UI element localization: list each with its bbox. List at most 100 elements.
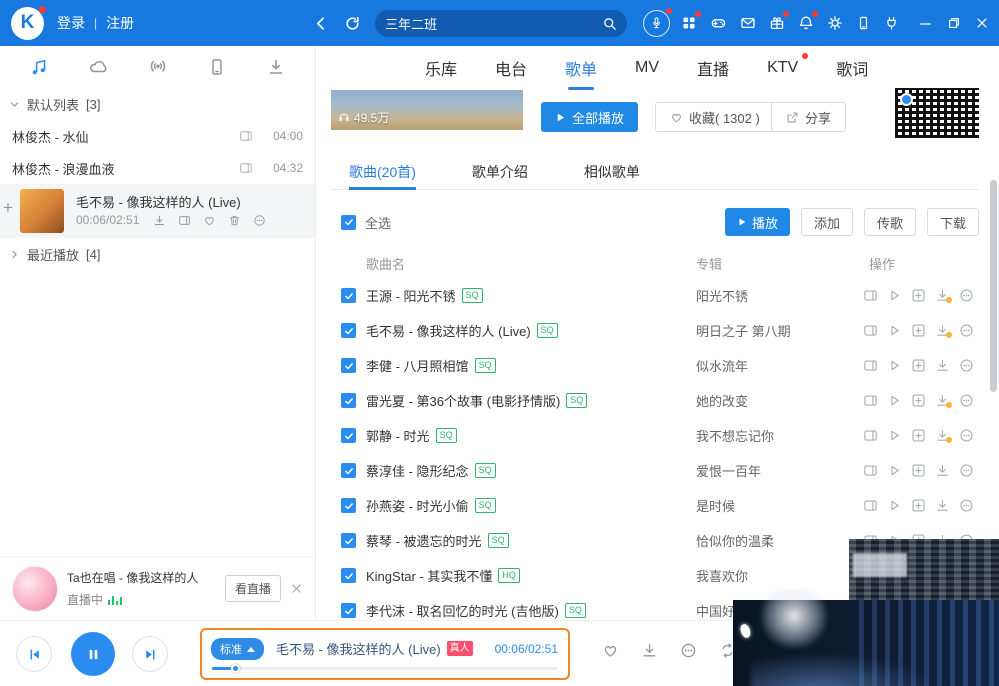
- table-row[interactable]: 孙燕姿 - 时光小偷 SQ 是时候: [331, 488, 979, 523]
- row-checkbox[interactable]: [341, 498, 356, 513]
- tab-download[interactable]: [266, 57, 286, 77]
- album-name[interactable]: 明日之子 第八期: [696, 313, 791, 348]
- mv-icon[interactable]: [863, 288, 878, 303]
- close-icon[interactable]: [975, 16, 989, 30]
- tab-intro[interactable]: 歌单介绍: [472, 155, 528, 189]
- app-logo[interactable]: K: [11, 7, 44, 40]
- download-icon[interactable]: [935, 393, 950, 408]
- song-title[interactable]: 毛不易 - 像我这样的人 (Live): [366, 321, 531, 340]
- restore-icon[interactable]: [947, 16, 961, 30]
- list-item[interactable]: 林俊杰 - 浪漫血液 04:32: [0, 152, 315, 184]
- row-checkbox[interactable]: [341, 568, 356, 583]
- progress-knob[interactable]: [231, 664, 240, 673]
- tab-songs[interactable]: 歌曲(20首): [349, 155, 416, 189]
- row-checkbox[interactable]: [341, 358, 356, 373]
- live-video-overlay[interactable]: [733, 539, 999, 686]
- table-row[interactable]: 毛不易 - 像我这样的人 (Live) SQ 明日之子 第八期: [331, 313, 979, 348]
- scrollbar-thumb[interactable]: [990, 180, 997, 392]
- more-icon[interactable]: [959, 498, 974, 513]
- add-icon[interactable]: [911, 463, 926, 478]
- row-checkbox[interactable]: [341, 393, 356, 408]
- more-icon[interactable]: [959, 323, 974, 338]
- now-playing-item[interactable]: + 毛不易 - 像我这样的人 (Live) 00:06/02:51: [0, 184, 315, 238]
- plugin-icon[interactable]: [884, 15, 899, 31]
- pause-button[interactable]: [71, 632, 115, 676]
- table-row[interactable]: 蔡淳佳 - 隐形纪念 SQ 爱恨一百年: [331, 453, 979, 488]
- game-icon[interactable]: [710, 15, 727, 31]
- play-icon[interactable]: [887, 463, 902, 478]
- mail-icon[interactable]: [740, 15, 756, 31]
- scrollbar[interactable]: [990, 46, 998, 620]
- download-icon[interactable]: [935, 428, 950, 443]
- refresh-icon[interactable]: [344, 15, 361, 32]
- song-title[interactable]: 李代沫 - 取名回忆的时光 (吉他版): [366, 601, 559, 620]
- more-icon[interactable]: [959, 288, 974, 303]
- more-icon[interactable]: [959, 463, 974, 478]
- download-icon[interactable]: [935, 498, 950, 513]
- mv-icon[interactable]: [863, 358, 878, 373]
- heart-icon[interactable]: [602, 642, 619, 659]
- more-icon[interactable]: [959, 428, 974, 443]
- song-title[interactable]: 王源 - 阳光不锈: [366, 286, 456, 305]
- add-icon[interactable]: [911, 288, 926, 303]
- play-all-button[interactable]: 全部播放: [541, 102, 638, 132]
- song-title[interactable]: 蔡琴 - 被遗忘的时光: [366, 531, 482, 550]
- back-icon[interactable]: [312, 15, 329, 32]
- apps-grid-icon[interactable]: [681, 15, 697, 31]
- row-checkbox[interactable]: [341, 533, 356, 548]
- nav-live[interactable]: 直播: [678, 46, 748, 90]
- mv-icon[interactable]: [239, 129, 253, 143]
- tab-local-music[interactable]: [29, 57, 49, 77]
- play-icon[interactable]: [887, 393, 902, 408]
- heart-icon[interactable]: [203, 214, 216, 227]
- tab-device[interactable]: [207, 57, 227, 77]
- album-name[interactable]: 爱恨一百年: [696, 453, 761, 488]
- close-icon[interactable]: [290, 582, 303, 595]
- row-checkbox[interactable]: [341, 428, 356, 443]
- play-icon[interactable]: [887, 498, 902, 513]
- more-icon[interactable]: [680, 642, 697, 659]
- table-row[interactable]: 郭静 - 时光 SQ 我不想忘记你: [331, 418, 979, 453]
- previous-button[interactable]: [16, 636, 52, 672]
- more-icon[interactable]: [253, 214, 266, 227]
- nav-library[interactable]: 乐库: [406, 46, 476, 90]
- login-link[interactable]: 登录: [57, 13, 85, 33]
- register-link[interactable]: 注册: [106, 13, 134, 33]
- add-icon[interactable]: [911, 393, 926, 408]
- nav-ktv[interactable]: KTV: [748, 46, 817, 90]
- play-icon[interactable]: [887, 288, 902, 303]
- tab-radio[interactable]: [148, 57, 168, 77]
- play-button[interactable]: 播放: [725, 208, 790, 236]
- song-title[interactable]: 郭静 - 时光: [366, 426, 430, 445]
- search-box[interactable]: [375, 10, 627, 37]
- group-recent-played[interactable]: 最近播放 [4]: [0, 238, 315, 270]
- mic-button[interactable]: [643, 10, 670, 37]
- album-name[interactable]: 似水流年: [696, 348, 748, 383]
- mv-icon[interactable]: [863, 463, 878, 478]
- select-all-label[interactable]: 全选: [365, 213, 391, 232]
- song-title[interactable]: KingStar - 其实我不懂: [366, 566, 492, 585]
- nav-playlist[interactable]: 歌单: [546, 46, 616, 90]
- mv-icon[interactable]: [863, 498, 878, 513]
- album-name[interactable]: 她的改变: [696, 383, 748, 418]
- watch-live-button[interactable]: 看直播: [225, 575, 281, 602]
- song-title[interactable]: 李健 - 八月照相馆: [366, 356, 469, 375]
- trash-icon[interactable]: [228, 214, 241, 227]
- search-input[interactable]: [385, 16, 602, 31]
- mv-icon[interactable]: [863, 323, 878, 338]
- group-default-list[interactable]: 默认列表 [3]: [0, 88, 315, 120]
- qr-code[interactable]: [895, 88, 979, 138]
- row-checkbox[interactable]: [341, 603, 356, 618]
- phone-icon[interactable]: [856, 15, 871, 31]
- album-name[interactable]: 是时候: [696, 488, 735, 523]
- nav-mv[interactable]: MV: [616, 46, 678, 90]
- add-icon[interactable]: [911, 358, 926, 373]
- mv-icon[interactable]: [239, 161, 253, 175]
- add-icon[interactable]: [911, 323, 926, 338]
- playlist-cover[interactable]: 49.5万: [331, 90, 523, 130]
- add-list-button[interactable]: +: [3, 199, 13, 216]
- mv-icon[interactable]: [178, 214, 191, 227]
- song-title[interactable]: 蔡淳佳 - 隐形纪念: [366, 461, 469, 480]
- play-icon[interactable]: [887, 428, 902, 443]
- download-button[interactable]: 下载: [927, 208, 979, 236]
